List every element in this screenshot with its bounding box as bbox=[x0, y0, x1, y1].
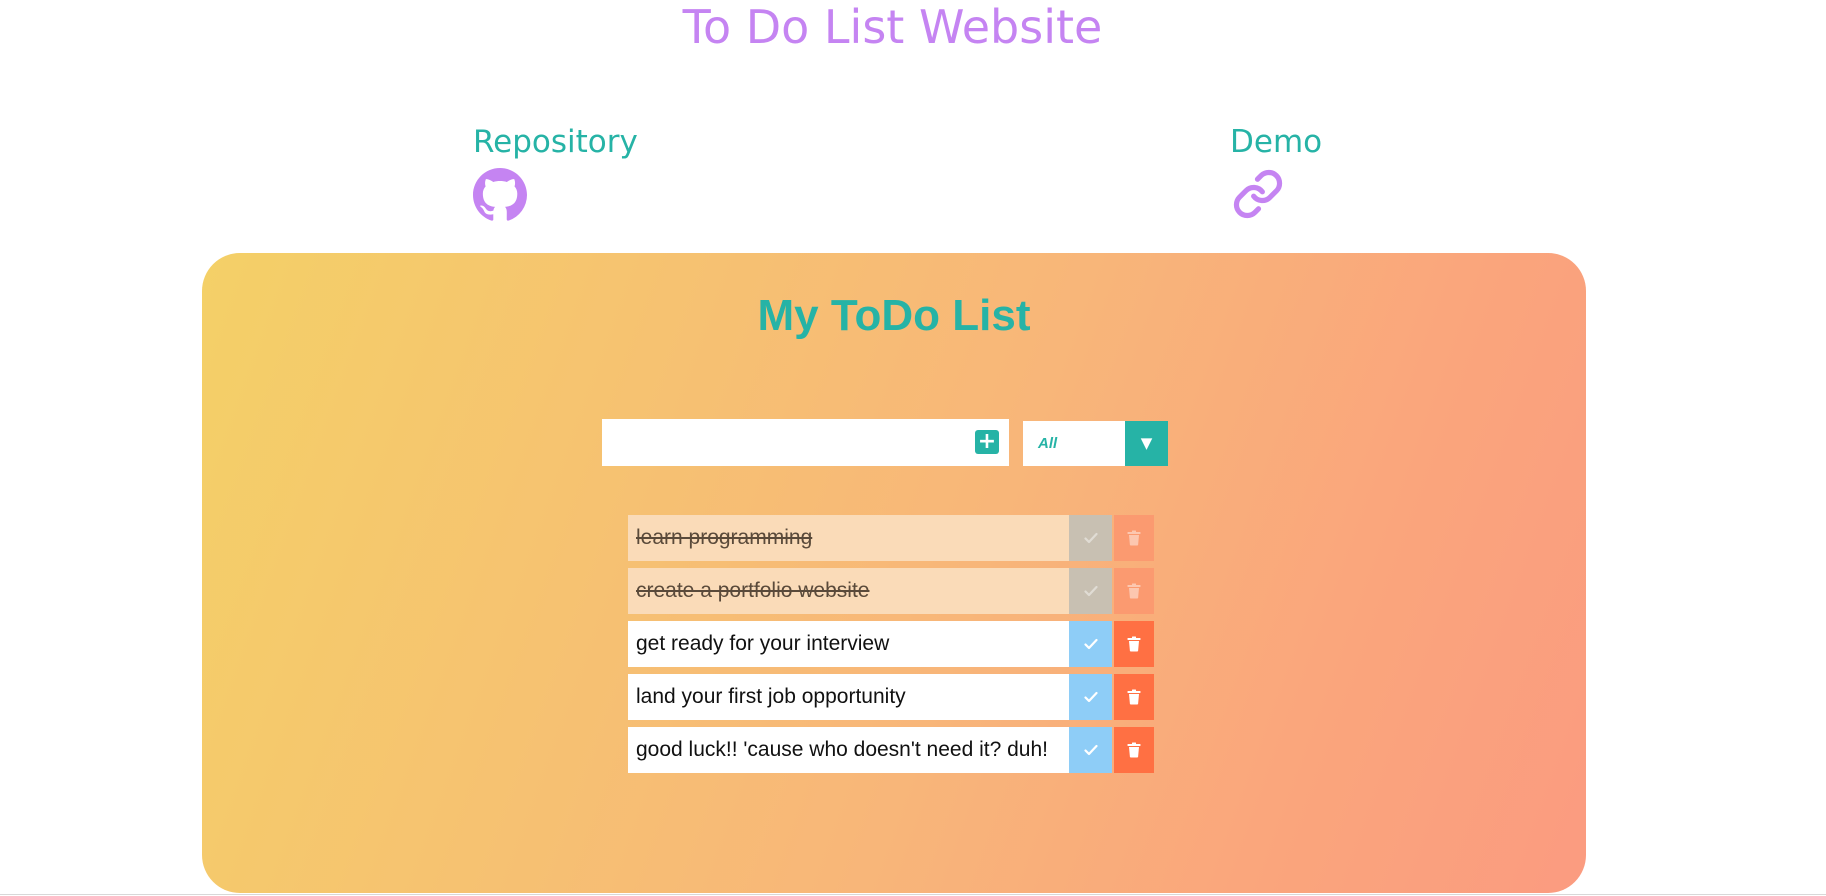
bottom-divider bbox=[0, 894, 1826, 895]
todo-input-group: + bbox=[602, 419, 1009, 466]
repository-link-block: Repository bbox=[473, 122, 638, 226]
page-title: To Do List Website bbox=[682, 0, 1103, 54]
todo-item: good luck!! 'cause who doesn't need it? … bbox=[628, 727, 1156, 773]
todo-card: My ToDo List + All ▼ learn programming cr… bbox=[202, 253, 1586, 893]
trash-icon[interactable] bbox=[1114, 515, 1154, 561]
check-icon[interactable] bbox=[1069, 727, 1112, 773]
repository-link[interactable]: Repository bbox=[473, 122, 638, 162]
github-icon[interactable] bbox=[473, 168, 638, 226]
trash-icon[interactable] bbox=[1114, 727, 1154, 773]
trash-icon[interactable] bbox=[1114, 621, 1154, 667]
trash-icon[interactable] bbox=[1114, 674, 1154, 720]
check-icon[interactable] bbox=[1069, 674, 1112, 720]
todo-item-text: land your first job opportunity bbox=[628, 674, 1069, 720]
todo-item-text: learn programming bbox=[628, 515, 1069, 561]
demo-link[interactable]: Demo bbox=[1230, 122, 1322, 162]
check-icon[interactable] bbox=[1069, 621, 1112, 667]
chevron-down-icon[interactable]: ▼ bbox=[1125, 421, 1168, 466]
todo-item: land your first job opportunity bbox=[628, 674, 1156, 720]
todo-item: learn programming bbox=[628, 515, 1156, 561]
link-icon[interactable] bbox=[1230, 168, 1322, 224]
filter-selected-value: All bbox=[1038, 435, 1058, 452]
todo-item: get ready for your interview bbox=[628, 621, 1156, 667]
todo-item-text: good luck!! 'cause who doesn't need it? … bbox=[628, 727, 1069, 773]
todo-title: My ToDo List bbox=[757, 291, 1031, 340]
todo-item: create a portfolio website bbox=[628, 568, 1156, 614]
todo-input[interactable] bbox=[602, 419, 962, 466]
demo-link-block: Demo bbox=[1230, 122, 1322, 224]
todo-item-text: get ready for your interview bbox=[628, 621, 1069, 667]
todo-item-text: create a portfolio website bbox=[628, 568, 1069, 614]
check-icon[interactable] bbox=[1069, 568, 1112, 614]
trash-icon[interactable] bbox=[1114, 568, 1154, 614]
check-icon[interactable] bbox=[1069, 515, 1112, 561]
add-todo-button[interactable]: + bbox=[975, 430, 999, 454]
filter-select[interactable]: All ▼ bbox=[1023, 421, 1168, 466]
